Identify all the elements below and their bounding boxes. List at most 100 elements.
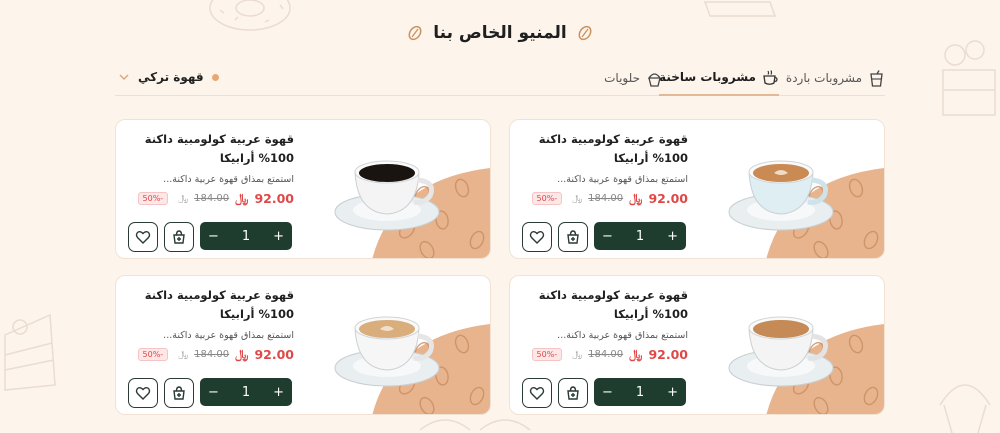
riyal-symbol-icon: ﷼	[572, 349, 583, 360]
wishlist-button[interactable]	[522, 222, 552, 252]
product-actions: − 1 +	[128, 222, 298, 252]
tab-label: مشروبات ساخنة	[659, 70, 756, 84]
decrease-button[interactable]: −	[602, 229, 613, 244]
product-card[interactable]: قهوة عربية كولومبية داكنة 100% أرابيكا ا…	[509, 119, 885, 259]
decrease-button[interactable]: −	[208, 229, 219, 244]
quantity-value: 1	[635, 228, 645, 244]
increase-button[interactable]: +	[273, 229, 284, 244]
tab-label: مشروبات باردة	[785, 71, 862, 85]
tab-cold-drinks[interactable]: مشروبات باردة	[786, 60, 885, 96]
coffee-bean-icon	[578, 25, 592, 41]
price-row: 92.00 ﷼ 184.00 ﷼ -50%	[520, 191, 688, 206]
add-to-cart-button[interactable]	[558, 222, 588, 252]
product-info: قهوة عربية كولومبية داكنة 100% أرابيكا ا…	[126, 130, 294, 254]
add-to-cart-button[interactable]	[558, 378, 588, 408]
product-image	[302, 276, 490, 414]
product-info: قهوة عربية كولومبية داكنة 100% أرابيكا ا…	[520, 130, 688, 254]
riyal-symbol-icon: ﷼	[629, 191, 643, 205]
coffee-cup-image	[334, 160, 490, 258]
riyal-symbol-icon: ﷼	[572, 193, 583, 204]
cake-slice-doodle-icon	[4, 313, 56, 391]
coffee-cup-image	[334, 316, 490, 414]
product-card[interactable]: قهوة عربية كولومبية داكنة 100% أرابيكا ا…	[115, 275, 491, 415]
product-card[interactable]: قهوة عربية كولومبية داكنة 100% أرابيكا ا…	[115, 119, 491, 259]
product-info: قهوة عربية كولومبية داكنة 100% أرابيكا ا…	[520, 286, 688, 410]
add-to-cart-button[interactable]	[164, 378, 194, 408]
current-price: 92.00	[254, 347, 294, 362]
product-image	[696, 276, 884, 414]
increase-button[interactable]: +	[667, 229, 678, 244]
heart-icon	[135, 231, 151, 244]
discount-badge: -50%	[531, 348, 563, 361]
cake-doodle-icon	[942, 40, 996, 116]
dropdown-selected-label: قهوة تركي	[138, 70, 204, 84]
tab-desserts[interactable]: حلويات	[604, 60, 663, 96]
product-name[interactable]: قهوة عربية كولومبية داكنة 100% أرابيكا	[126, 286, 294, 324]
coffee-bean-icon	[408, 25, 422, 41]
old-price: 184.00	[194, 193, 230, 204]
riyal-symbol-icon: ﷼	[178, 193, 189, 204]
discount-badge: -50%	[137, 348, 169, 361]
old-price: 184.00	[194, 349, 230, 360]
tab-hot-drinks[interactable]: مشروبات ساخنة	[659, 60, 779, 96]
old-price: 184.00	[588, 349, 624, 360]
product-image	[302, 120, 490, 258]
cupcake-doodle-icon	[939, 384, 991, 433]
coffee-type-dropdown[interactable]: قهوة تركي	[118, 66, 219, 88]
product-info: قهوة عربية كولومبية داكنة 100% أرابيكا ا…	[126, 286, 294, 410]
add-to-cart-button[interactable]	[164, 222, 194, 252]
discount-badge: -50%	[137, 192, 169, 205]
quantity-stepper[interactable]: − 1 +	[594, 378, 686, 406]
product-description: استمتع بمذاق قهوة عربية داكنة...	[163, 174, 294, 185]
hot-drink-icon	[763, 69, 778, 85]
riyal-symbol-icon: ﷼	[235, 347, 249, 361]
discount-badge: -50%	[531, 192, 563, 205]
increase-button[interactable]: +	[667, 385, 678, 400]
decrease-button[interactable]: −	[208, 385, 219, 400]
wishlist-button[interactable]	[522, 378, 552, 408]
product-card[interactable]: قهوة عربية كولومبية داكنة 100% أرابيكا ا…	[509, 275, 885, 415]
cart-add-icon	[173, 386, 185, 400]
quantity-value: 1	[241, 228, 251, 244]
wishlist-button[interactable]	[128, 378, 158, 408]
product-name[interactable]: قهوة عربية كولومبية داكنة 100% أرابيكا	[520, 130, 688, 168]
cart-add-icon	[173, 230, 185, 244]
price-row: 92.00 ﷼ 184.00 ﷼ -50%	[126, 191, 294, 206]
current-price: 92.00	[254, 191, 294, 206]
product-description: استمتع بمذاق قهوة عربية داكنة...	[557, 330, 688, 341]
price-row: 92.00 ﷼ 184.00 ﷼ -50%	[126, 347, 294, 362]
chevron-down-icon	[119, 74, 129, 81]
quantity-stepper[interactable]: − 1 +	[594, 222, 686, 250]
heart-icon	[529, 387, 545, 400]
price-row: 92.00 ﷼ 184.00 ﷼ -50%	[520, 347, 688, 362]
cart-add-icon	[567, 230, 579, 244]
decrease-button[interactable]: −	[602, 385, 613, 400]
cold-drink-icon	[870, 69, 883, 87]
page-title: المنيو الخاص بنا	[433, 23, 567, 43]
tab-label: حلويات	[604, 71, 640, 85]
cupcake-icon	[647, 72, 662, 87]
quantity-stepper[interactable]: − 1 +	[200, 378, 292, 406]
increase-button[interactable]: +	[273, 385, 284, 400]
riyal-symbol-icon: ﷼	[235, 191, 249, 205]
product-actions: − 1 +	[522, 378, 692, 408]
quantity-value: 1	[635, 384, 645, 400]
status-dot	[211, 73, 219, 81]
category-tabs: مشروبات باردة مشروبات ساخنة حلويات	[115, 60, 885, 96]
heart-icon	[529, 231, 545, 244]
product-image	[696, 120, 884, 258]
coffee-cup-image	[728, 316, 884, 414]
product-description: استمتع بمذاق قهوة عربية داكنة...	[557, 174, 688, 185]
coffee-cup-image	[728, 160, 884, 258]
wishlist-button[interactable]	[128, 222, 158, 252]
old-price: 184.00	[588, 193, 624, 204]
riyal-symbol-icon: ﷼	[629, 347, 643, 361]
product-name[interactable]: قهوة عربية كولومبية داكنة 100% أرابيكا	[126, 130, 294, 168]
product-name[interactable]: قهوة عربية كولومبية داكنة 100% أرابيكا	[520, 286, 688, 324]
current-price: 92.00	[648, 191, 688, 206]
quantity-stepper[interactable]: − 1 +	[200, 222, 292, 250]
riyal-symbol-icon: ﷼	[178, 349, 189, 360]
product-description: استمتع بمذاق قهوة عربية داكنة...	[163, 330, 294, 341]
quantity-value: 1	[241, 384, 251, 400]
menu-title-row: المنيو الخاص بنا	[0, 18, 1000, 48]
